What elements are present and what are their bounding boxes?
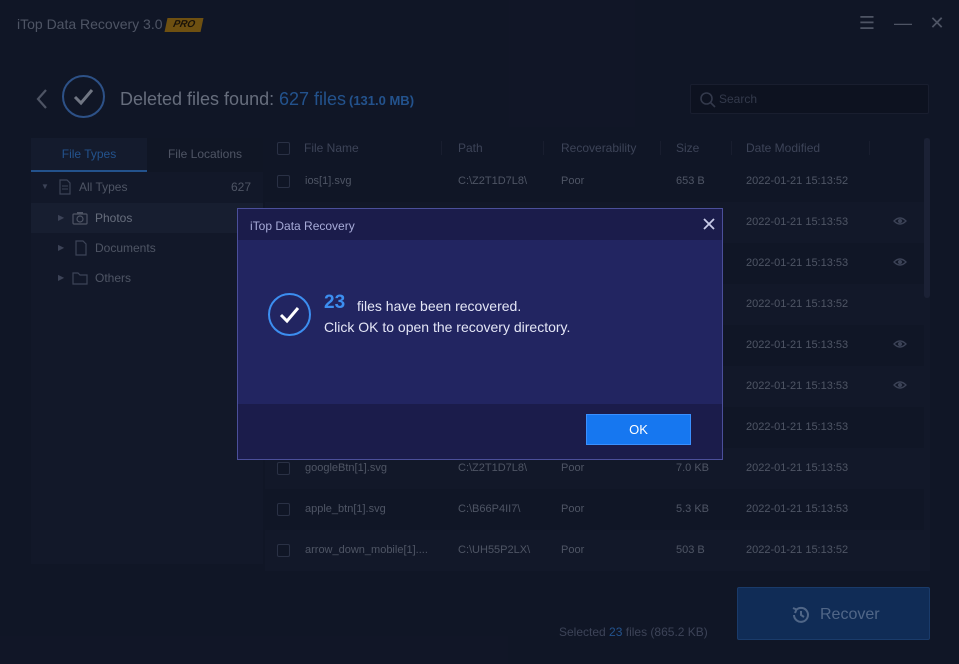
recovered-count: 23 xyxy=(324,292,346,313)
dialog-title-bar: iTop Data Recovery xyxy=(238,209,722,240)
recovery-complete-dialog: iTop Data Recovery 23 files have been re… xyxy=(237,208,723,460)
success-check-icon xyxy=(268,293,311,336)
open-directory-message: Click OK to open the recovery directory. xyxy=(324,319,571,335)
app-window: iTop Data Recovery 3.0 PRO ☰ — ✕ Deleted… xyxy=(0,0,959,664)
dialog-title: iTop Data Recovery xyxy=(250,219,355,233)
ok-button[interactable]: OK xyxy=(586,414,691,445)
recovered-message: files have been recovered. xyxy=(357,298,522,314)
dialog-body: 23 files have been recovered. Click OK t… xyxy=(238,240,722,404)
dialog-close-icon[interactable] xyxy=(700,215,718,233)
dialog-footer: OK xyxy=(238,404,722,459)
